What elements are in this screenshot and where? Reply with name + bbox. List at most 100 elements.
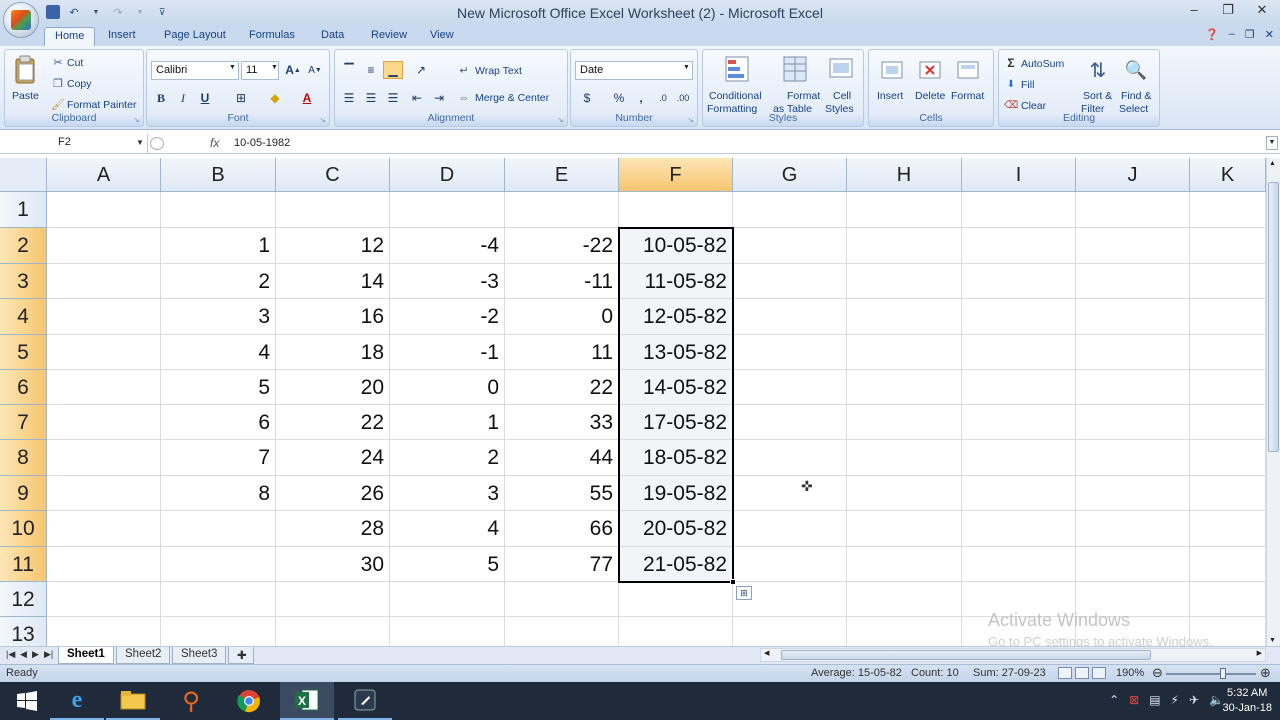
tab-home[interactable]: Home: [44, 27, 96, 46]
workbook-close-icon[interactable]: ✕: [1265, 28, 1274, 41]
column-header-a[interactable]: A: [47, 158, 161, 192]
last-sheet-icon[interactable]: ▶|: [44, 649, 53, 660]
row-header-5[interactable]: 5: [0, 335, 47, 370]
cell-f12[interactable]: [619, 582, 732, 616]
font-name-select[interactable]: Calibri: [151, 61, 239, 80]
cell-d6[interactable]: 0: [390, 370, 504, 404]
cell-c9[interactable]: 26: [276, 476, 389, 510]
cell-b7[interactable]: 6: [161, 405, 275, 439]
row-header-10[interactable]: 10: [0, 511, 47, 547]
zoom-in-icon[interactable]: ⊕: [1260, 665, 1271, 681]
cell-d2[interactable]: -4: [390, 228, 504, 263]
row-header-1[interactable]: 1: [0, 192, 47, 228]
scroll-right-icon[interactable]: ▶: [1257, 649, 1262, 657]
office-button[interactable]: [3, 2, 39, 38]
row-header-11[interactable]: 11: [0, 547, 47, 582]
comma-button[interactable]: ,: [631, 89, 651, 107]
column-header-g[interactable]: G: [733, 158, 847, 192]
worksheet-grid[interactable]: ABCDEFGHIJK 1 2 3 4 5 6 7 8 9 10 11 12 13 1 2 3 4 5 6 7 8 12…: [0, 158, 1266, 646]
row-header-7[interactable]: 7: [0, 405, 47, 440]
cell-f13[interactable]: [619, 617, 732, 646]
cell-c7[interactable]: 22: [276, 405, 389, 439]
fill-color-icon[interactable]: ◆: [265, 89, 285, 107]
format-button[interactable]: Format: [951, 90, 984, 102]
cut-button[interactable]: Cut: [67, 57, 83, 69]
workbook-restore-icon[interactable]: ❐: [1245, 28, 1255, 41]
insert-cells-icon[interactable]: [879, 56, 905, 84]
bold-button[interactable]: B: [151, 89, 171, 107]
normal-view-icon[interactable]: [1058, 667, 1072, 679]
expand-formula-bar-icon[interactable]: ▼: [1266, 136, 1278, 150]
dialog-launcher-icon[interactable]: ↘: [686, 115, 695, 124]
increase-indent-icon[interactable]: ⇥: [429, 89, 449, 107]
cell-e1[interactable]: [505, 192, 618, 227]
merge-center-button[interactable]: Merge & Center: [475, 92, 549, 104]
tab-data[interactable]: Data: [311, 27, 354, 46]
page-break-view-icon[interactable]: [1092, 667, 1106, 679]
cell-c5[interactable]: 18: [276, 335, 389, 369]
borders-icon[interactable]: ⊞: [231, 89, 251, 107]
cell-d13[interactable]: [390, 617, 504, 646]
cell-b12[interactable]: [161, 582, 275, 616]
delete-button[interactable]: Delete: [915, 90, 945, 102]
zoom-slider-knob[interactable]: [1220, 668, 1226, 679]
formula-bar-toggle-icon[interactable]: [150, 137, 164, 150]
scroll-left-icon[interactable]: ◀: [764, 649, 769, 657]
column-header-b[interactable]: B: [161, 158, 276, 192]
column-header-e[interactable]: E: [505, 158, 619, 192]
cell-b10[interactable]: [161, 511, 275, 546]
row-header-9[interactable]: 9: [0, 476, 47, 511]
sheet-tab-sheet1[interactable]: Sheet1: [58, 647, 114, 664]
vertical-scroll-thumb[interactable]: [1268, 182, 1279, 452]
chrome-icon[interactable]: [222, 682, 276, 720]
cell-d3[interactable]: -3: [390, 264, 504, 298]
vertical-scrollbar[interactable]: ▲ ▼: [1266, 158, 1280, 646]
clear-button[interactable]: Clear: [1021, 100, 1046, 112]
format-as-table-label[interactable]: Format: [787, 90, 820, 102]
zoom-out-icon[interactable]: ⊖: [1152, 665, 1163, 681]
tab-formulas[interactable]: Formulas: [239, 27, 305, 46]
cell-b1[interactable]: [161, 192, 275, 227]
column-header-h[interactable]: H: [847, 158, 962, 192]
cell-e13[interactable]: [505, 617, 618, 646]
cell-c1[interactable]: [276, 192, 389, 227]
tray-power-icon[interactable]: ⚡: [1171, 693, 1179, 707]
align-left-icon[interactable]: ☰: [339, 89, 359, 107]
cell-e9[interactable]: 55: [505, 476, 618, 510]
excel-icon[interactable]: X: [280, 682, 334, 720]
tab-view[interactable]: View: [420, 27, 464, 46]
delete-cells-icon[interactable]: [917, 56, 943, 84]
insert-function-icon[interactable]: fx: [210, 136, 219, 150]
file-explorer-icon[interactable]: [106, 682, 160, 720]
cell-styles-label[interactable]: Cell: [833, 90, 851, 102]
increase-decimal-icon[interactable]: .0: [653, 89, 673, 107]
dialog-launcher-icon[interactable]: ↘: [132, 115, 141, 124]
conditional-formatting-label[interactable]: Conditional: [709, 90, 762, 102]
restore-icon[interactable]: ❐: [1218, 2, 1238, 18]
internet-explorer-icon[interactable]: e: [50, 682, 104, 720]
cell-d1[interactable]: [390, 192, 504, 227]
cell-d8[interactable]: 2: [390, 440, 504, 475]
cell-e4[interactable]: 0: [505, 299, 618, 334]
paste-icon[interactable]: [11, 54, 39, 86]
row-header-4[interactable]: 4: [0, 299, 47, 335]
cell-b11[interactable]: [161, 547, 275, 581]
conditional-formatting-icon[interactable]: [723, 54, 751, 84]
autosum-button[interactable]: AutoSum: [1021, 58, 1064, 70]
align-center-icon[interactable]: ☰: [361, 89, 381, 107]
sort-filter-label[interactable]: Sort &: [1083, 90, 1112, 102]
paste-button[interactable]: Paste: [12, 90, 39, 102]
row-header-13[interactable]: 13: [0, 617, 47, 646]
cell-b4[interactable]: 3: [161, 299, 275, 334]
align-right-icon[interactable]: ☰: [383, 89, 403, 107]
shrink-font-icon[interactable]: A ▼: [305, 61, 325, 79]
cell-e5[interactable]: 11: [505, 335, 618, 369]
help-icon[interactable]: ❓: [1205, 28, 1219, 41]
next-sheet-icon[interactable]: ▶: [32, 649, 39, 660]
cell-d7[interactable]: 1: [390, 405, 504, 439]
sheet-tab-sheet2[interactable]: Sheet2: [116, 647, 171, 664]
column-header-j[interactable]: J: [1076, 158, 1190, 192]
cell-b6[interactable]: 5: [161, 370, 275, 404]
cell-c8[interactable]: 24: [276, 440, 389, 475]
zoom-level[interactable]: 190%: [1116, 667, 1144, 679]
